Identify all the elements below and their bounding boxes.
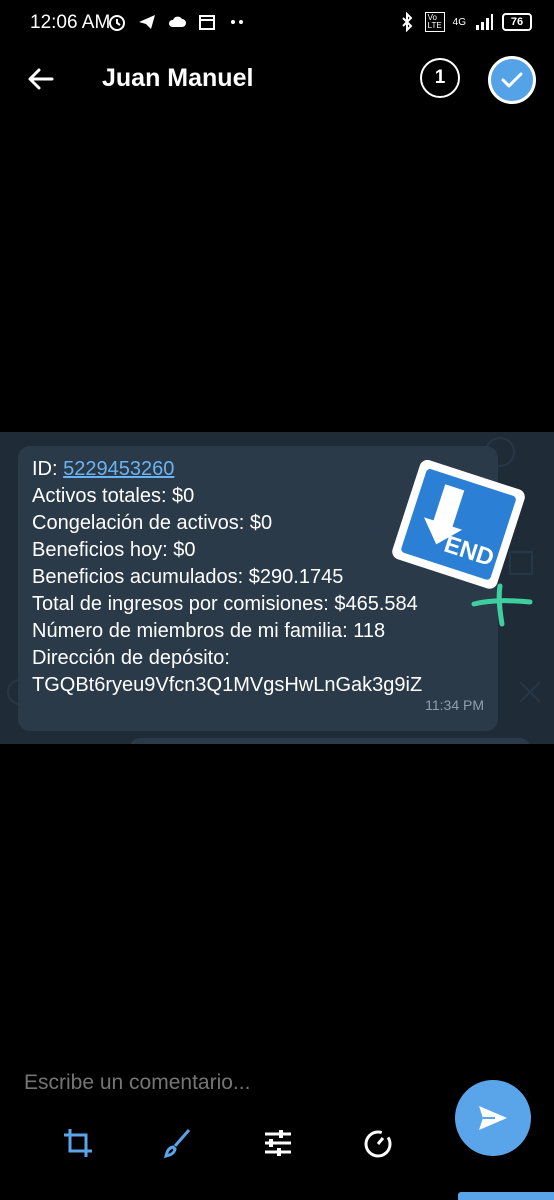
comment-input[interactable] (22, 1070, 426, 1096)
alarm-icon (109, 15, 125, 31)
status-bar: 12:06 AM Vo LTE 4G 76 (0, 0, 554, 46)
status-time: 12:06 AM (30, 12, 111, 33)
top-bar: Juan Manuel 1 (0, 48, 554, 112)
volte-icon: Vo LTE (424, 12, 445, 32)
end-sticker: END (392, 460, 525, 589)
crop-icon[interactable] (60, 1125, 96, 1161)
message-time: 11:34 PM (425, 697, 484, 713)
send-button[interactable] (455, 1080, 531, 1156)
sparkle-doodle-icon (471, 583, 533, 627)
chat-screenshot-image: ID: 5229453260 Activos totales: $0 Conge… (0, 432, 554, 744)
4g-signal-icon: 4G (452, 16, 466, 28)
cloud-icon (168, 16, 186, 27)
battery-indicator: 76 (502, 13, 532, 31)
signal-bars-icon (476, 14, 493, 30)
telegram-icon (139, 15, 155, 29)
more-dots-icon (231, 20, 243, 24)
confirm-button[interactable] (488, 56, 536, 104)
message-line: TGQBt6ryeu9Vfcn3Q1MVgsHwLnGak3g9iZ (32, 674, 423, 696)
calendar-icon (199, 15, 215, 30)
bottom-accent-bar (458, 1192, 554, 1200)
chat-title: Juan Manuel (102, 64, 254, 92)
bluetooth-icon (401, 12, 413, 32)
timer-icon[interactable] (360, 1125, 396, 1161)
brush-icon[interactable] (160, 1125, 196, 1161)
next-message-bubble (130, 738, 530, 744)
id-label: ID: (32, 458, 64, 480)
id-link[interactable]: 5229453260 (63, 458, 174, 480)
selected-count-badge[interactable]: 1 (420, 58, 460, 98)
back-arrow-icon[interactable] (24, 62, 58, 96)
message-line: Dirección de depósito: (32, 647, 230, 669)
send-icon (479, 1106, 507, 1130)
checkmark-icon (501, 72, 523, 88)
message-line: Número de miembros de mi familia: 118 (32, 620, 386, 642)
adjust-sliders-icon[interactable] (260, 1125, 296, 1161)
